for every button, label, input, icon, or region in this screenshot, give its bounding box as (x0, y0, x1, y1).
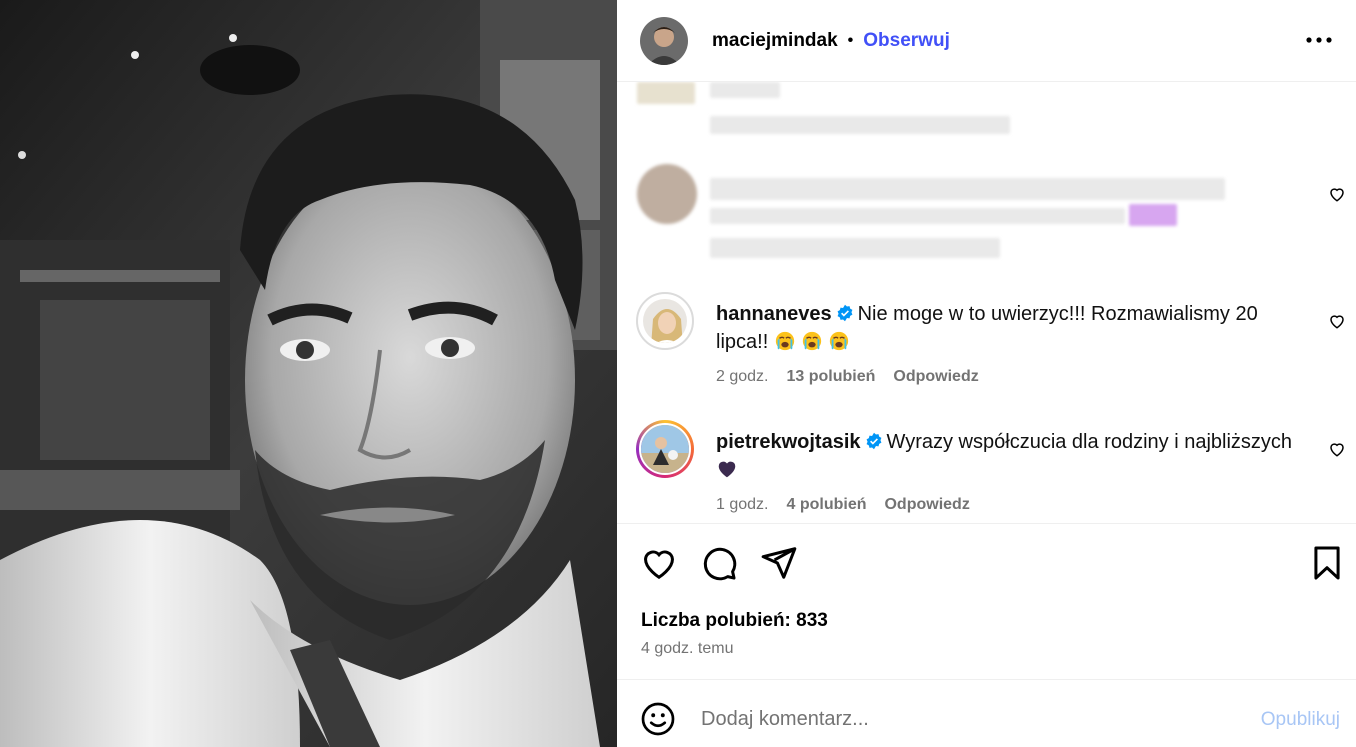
add-comment-input[interactable] (701, 699, 1241, 739)
post-actions: Liczba polubień: 833 4 godz. temu (617, 523, 1356, 680)
crying-face-icon (774, 331, 855, 353)
like-comment-heart-icon[interactable] (1328, 312, 1346, 330)
likes-count[interactable]: Liczba polubień: 833 (641, 610, 828, 632)
comment-meta: 1 godz. 4 polubień Odpowiedz (716, 496, 988, 514)
like-comment-heart-icon[interactable] (1328, 440, 1346, 458)
post-photo[interactable] (0, 0, 617, 747)
commenter-avatar-ring[interactable] (636, 292, 694, 350)
commenter-avatar-ring[interactable] (636, 420, 694, 478)
follow-button[interactable]: Obserwuj (863, 30, 950, 52)
share-icon[interactable] (760, 544, 798, 582)
comment-text-block: hannaneves Nie moge w to uwierzyc!!! Rozm… (716, 300, 1296, 356)
bookmark-icon[interactable] (1308, 544, 1346, 582)
author-avatar[interactable] (640, 16, 688, 65)
comment-body: Wyrazy współczucia dla rodziny i najbliż… (886, 431, 1293, 453)
commenter-username[interactable]: pietrekwojtasik (716, 431, 861, 453)
more-icon[interactable] (1306, 26, 1332, 48)
post-details-panel: maciejmindak • Obserwuj hannaneves Nie m… (617, 0, 1356, 747)
commenter-avatar (641, 297, 689, 345)
verified-icon (837, 304, 853, 322)
commenter-username[interactable]: hannaneves (716, 303, 832, 325)
publish-button[interactable]: Opublikuj (1261, 709, 1340, 731)
add-comment-row: Opublikuj (617, 681, 1356, 747)
separator-dot: • (847, 31, 854, 49)
comment-time[interactable]: 2 godz. (716, 368, 768, 385)
author-username[interactable]: maciejmindak (712, 30, 838, 52)
post-header: maciejmindak • Obserwuj (617, 0, 1356, 82)
verified-icon (866, 432, 881, 450)
comment-text-block: pietrekwojtasik Wyrazy współczucia dla ro… (716, 428, 1296, 484)
purple-heart-icon (716, 459, 743, 481)
emoji-icon[interactable] (640, 701, 676, 737)
comment-icon[interactable] (700, 544, 738, 582)
comment-likes[interactable]: 13 polubień (786, 368, 875, 385)
comment-likes[interactable]: 4 polubień (786, 496, 866, 513)
like-comment-heart-icon[interactable] (1328, 185, 1346, 203)
comments-list[interactable]: hannaneves Nie moge w to uwierzyc!!! Rozm… (617, 82, 1356, 523)
comment-meta: 2 godz. 13 polubień Odpowiedz (716, 368, 997, 386)
reply-button[interactable]: Odpowiedz (884, 496, 969, 513)
comment-time[interactable]: 1 godz. (716, 496, 768, 513)
reply-button[interactable]: Odpowiedz (893, 368, 978, 385)
post-timestamp[interactable]: 4 godz. temu (641, 640, 734, 658)
commenter-avatar (639, 423, 691, 475)
heart-icon[interactable] (640, 544, 678, 582)
